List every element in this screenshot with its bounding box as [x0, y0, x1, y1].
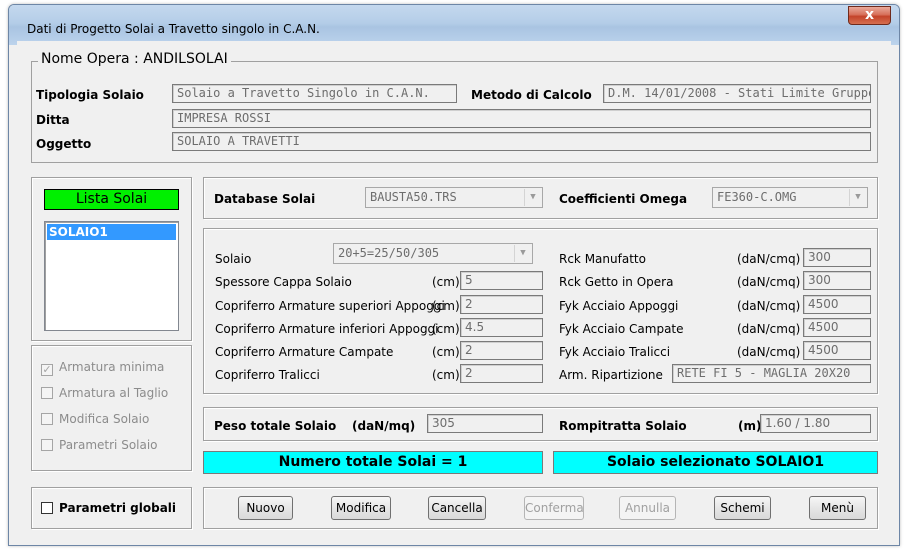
fyk-campate-label: Fyk Acciaio Campate	[559, 322, 684, 336]
check-icon: ✓	[41, 363, 53, 376]
copriferro-inferiori-label: Copriferro Armature inferiori Appoggi	[215, 322, 439, 336]
lista-solai-listbox[interactable]: SOLAIO1	[44, 221, 179, 331]
database-solai-label: Database Solai	[214, 192, 316, 206]
spessore-cappa-field[interactable]: 5	[460, 271, 543, 290]
conferma-button[interactable]: Conferma	[524, 496, 584, 520]
copriferro-campate-label: Copriferro Armature Campate	[215, 345, 394, 359]
chevron-down-icon[interactable]: ▼	[849, 189, 866, 206]
fyk-tralicci-unit: (daN/cmq)	[737, 345, 801, 359]
copriferro-superiori-label: Copriferro Armature superiori Appoggi	[215, 299, 445, 313]
oggetto-label: Oggetto	[36, 137, 92, 151]
schemi-button[interactable]: Schemi	[714, 496, 771, 520]
cancella-button[interactable]: Cancella	[428, 496, 486, 520]
nuovo-button[interactable]: Nuovo	[238, 496, 293, 520]
list-item[interactable]: SOLAIO1	[47, 224, 176, 240]
numero-totale-solai-status: Numero totale Solai = 1	[203, 451, 543, 474]
fyk-campate-unit: (daN/cmq)	[737, 322, 801, 336]
copriferro-campate-unit: (cm)	[432, 345, 460, 359]
spessore-cappa-unit: (cm)	[432, 275, 460, 289]
fyk-campate-field[interactable]: 4500	[803, 318, 871, 337]
chevron-down-icon[interactable]: ▼	[524, 189, 541, 206]
armatura-ripartizione-label: Arm. Ripartizione	[559, 368, 663, 382]
fyk-appoggi-field[interactable]: 4500	[803, 295, 871, 314]
rck-manufatto-field[interactable]: 300	[803, 248, 871, 267]
menu-button[interactable]: Menù	[809, 496, 866, 520]
rck-getto-unit: (daN/cmq)	[737, 275, 801, 289]
solaio-select[interactable]: 20+5=25/50/305 ▼	[333, 243, 533, 264]
chevron-down-icon[interactable]: ▼	[514, 245, 531, 262]
fyk-appoggi-label: Fyk Acciaio Appoggi	[559, 299, 679, 313]
copriferro-campate-field[interactable]: 2	[460, 341, 543, 360]
parametri-solaio-checkbox[interactable]: Parametri Solaio	[41, 438, 158, 452]
rompitratta-field[interactable]: 1.60 / 1.80	[760, 414, 871, 433]
metodo-calcolo-field[interactable]: D.M. 14/01/2008 - Stati Limite Gruppo A	[603, 84, 871, 103]
dialog-window: Dati di Progetto Solai a Travetto singol…	[8, 4, 900, 546]
metodo-calcolo-label: Metodo di Calcolo	[471, 88, 592, 102]
spessore-cappa-label: Spessore Cappa Solaio	[215, 275, 352, 289]
annulla-button[interactable]: Annulla	[619, 496, 676, 520]
fyk-tralicci-field[interactable]: 4500	[803, 341, 871, 360]
copriferro-tralicci-field[interactable]: 2	[460, 364, 543, 383]
armatura-taglio-checkbox[interactable]: Armatura al Taglio	[41, 386, 168, 400]
copriferro-tralicci-label: Copriferro Tralicci	[215, 368, 320, 382]
rck-manufatto-label: Rck Manufatto	[559, 252, 646, 266]
rompitratta-label: Rompitratta Solaio	[559, 419, 687, 433]
peso-totale-unit: (daN/mq)	[352, 419, 416, 433]
checkbox-icon	[41, 502, 53, 514]
database-solai-select[interactable]: BAUSTA50.TRS ▼	[365, 187, 543, 208]
fyk-tralicci-label: Fyk Acciaio Tralicci	[559, 345, 671, 359]
coefficienti-omega-select[interactable]: FE360-C.OMG ▼	[712, 187, 868, 208]
copriferro-superiori-unit: (cm)	[432, 299, 460, 313]
solaio-label: Solaio	[215, 252, 252, 266]
ditta-field[interactable]: IMPRESA ROSSI	[172, 109, 871, 128]
peso-totale-field[interactable]: 305	[427, 414, 543, 433]
armatura-minima-checkbox[interactable]: ✓ Armatura minima	[41, 360, 164, 376]
rck-getto-field[interactable]: 300	[803, 271, 871, 290]
title-bar[interactable]: Dati di Progetto Solai a Travetto singol…	[9, 5, 899, 45]
modifica-button[interactable]: Modifica	[331, 496, 391, 520]
coefficienti-omega-label: Coefficienti Omega	[559, 192, 688, 206]
rompitratta-unit: (m)	[738, 419, 762, 433]
modifica-solaio-checkbox[interactable]: Modifica Solaio	[41, 412, 149, 426]
nome-opera-legend: Nome Opera : ANDILSOLAI	[38, 51, 231, 67]
dialog-client-area: Nome Opera : ANDILSOLAI Tipologia Solaio…	[17, 41, 891, 539]
ditta-label: Ditta	[36, 113, 70, 127]
window-title: Dati di Progetto Solai a Travetto singol…	[27, 22, 320, 36]
fyk-appoggi-unit: (daN/cmq)	[737, 299, 801, 313]
oggetto-field[interactable]: SOLAIO A TRAVETTI	[172, 132, 871, 151]
peso-totale-label: Peso totale Solaio	[214, 419, 337, 433]
checkbox-icon	[41, 387, 53, 399]
copriferro-tralicci-unit: (cm)	[432, 368, 460, 382]
copriferro-inferiori-field[interactable]: 4.5	[460, 318, 543, 337]
tipologia-field[interactable]: Solaio a Travetto Singolo in C.A.N.	[172, 84, 457, 103]
checkbox-icon	[41, 439, 53, 451]
rck-getto-label: Rck Getto in Opera	[559, 275, 674, 289]
checkbox-icon	[41, 413, 53, 425]
lista-solai-header: Lista Solai	[44, 189, 179, 210]
rck-manufatto-unit: (daN/cmq)	[737, 252, 801, 266]
armatura-ripartizione-field[interactable]: RETE FI 5 - MAGLIA 20X20	[672, 364, 871, 383]
solaio-selezionato-status: Solaio selezionato SOLAIO1	[553, 451, 878, 474]
close-button[interactable]: x	[848, 6, 891, 25]
copriferro-inferiori-unit: (cm)	[432, 322, 460, 336]
parametri-globali-checkbox[interactable]: Parametri globali	[41, 501, 176, 515]
tipologia-label: Tipologia Solaio	[36, 88, 144, 102]
copriferro-superiori-field[interactable]: 2	[460, 295, 543, 314]
